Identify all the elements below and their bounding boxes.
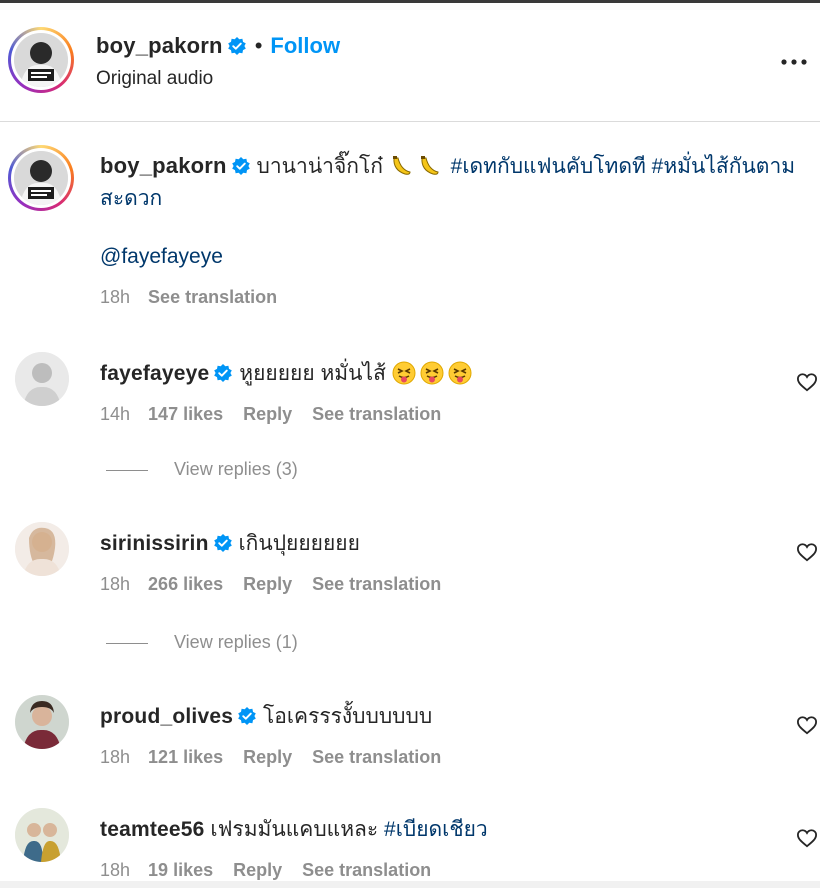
commenter-username[interactable]: sirinissirin — [100, 532, 209, 555]
commenter-avatar[interactable] — [15, 695, 69, 749]
see-translation-link[interactable]: See translation — [312, 404, 441, 424]
verified-badge-icon — [231, 157, 250, 175]
commenter-avatar[interactable] — [15, 808, 69, 862]
banana-emoji — [420, 156, 439, 175]
mention-line: @fayefayeye — [100, 245, 223, 269]
like-count[interactable]: 121 likes — [148, 747, 223, 767]
commenter-username[interactable]: fayefayeye — [100, 362, 209, 385]
mention-link[interactable]: @fayefayeye — [100, 245, 223, 268]
follow-button[interactable]: Follow — [270, 33, 340, 58]
commenter-username[interactable]: teamtee56 — [100, 818, 205, 841]
like-count[interactable]: 19 likes — [148, 860, 213, 880]
heart-icon[interactable] — [796, 542, 818, 562]
see-translation-link[interactable]: See translation — [312, 574, 441, 594]
like-count[interactable]: 266 likes — [148, 574, 223, 594]
commenter-username[interactable]: proud_olives — [100, 705, 233, 728]
verified-badge-icon — [238, 707, 256, 725]
header-divider — [0, 121, 820, 122]
reply-button[interactable]: Reply — [243, 747, 292, 767]
instagram-post-panel: boy_pakorn • Follow Original audio boy_pak… — [0, 0, 820, 888]
commenter-avatar[interactable] — [15, 522, 69, 576]
verified-badge-icon — [214, 364, 233, 382]
view-replies-button[interactable]: View replies (1) — [106, 632, 298, 653]
caption-meta: 18h See translation — [100, 287, 277, 308]
author-line: boy_pakorn • Follow — [96, 33, 340, 59]
verified-badge-icon — [213, 534, 232, 552]
like-count[interactable]: 147 likes — [148, 404, 223, 424]
comment-line: fayefayeye หูยยยยย หมั่นไส้ — [100, 357, 476, 390]
heart-icon[interactable] — [796, 372, 818, 392]
reply-button[interactable]: Reply — [243, 404, 292, 424]
banana-emoji — [392, 156, 411, 175]
squinting-tongue-emoji — [448, 361, 472, 385]
comment-time: 18h — [100, 574, 131, 594]
separator-dot: • — [254, 33, 263, 58]
caption-time: 18h — [100, 287, 131, 307]
comment-line: teamtee56 เฟรมมันแคบแหละ #เบียดเชียว — [100, 813, 488, 846]
verified-badge-icon — [227, 37, 246, 55]
author-username[interactable]: boy_pakorn — [96, 33, 223, 58]
author-avatar[interactable] — [8, 27, 74, 93]
squinting-tongue-emoji — [392, 361, 416, 385]
comment-text: เฟรมมันแคบแหละ — [210, 818, 379, 841]
replies-line — [106, 469, 148, 471]
comment-time: 18h — [100, 747, 131, 767]
heart-icon[interactable] — [796, 715, 818, 735]
caption-body: บานาน่าจิ๊กโก๋ — [256, 155, 383, 178]
replies-line — [106, 642, 148, 644]
see-translation-link[interactable]: See translation — [148, 287, 277, 307]
comment-time: 18h — [100, 860, 131, 880]
see-translation-link[interactable]: See translation — [312, 747, 441, 767]
hashtag-link[interactable]: #เดทกับแฟนคับโทดที — [451, 155, 646, 178]
post-caption: boy_pakorn บานาน่าจิ๊กโก๋ #เดทกับแฟนคับโ… — [0, 140, 820, 310]
comment-time: 14h — [100, 404, 131, 424]
reply-button[interactable]: Reply — [233, 860, 282, 880]
commenter-avatar[interactable] — [15, 352, 69, 406]
comment-meta: 18h 121 likes Reply See translation — [100, 747, 441, 768]
see-translation-link[interactable]: See translation — [302, 860, 431, 880]
caption-avatar[interactable] — [8, 145, 74, 211]
comment-text: โอเครรรงั้บบบบบบ — [262, 705, 433, 728]
comment-text: เกินปุยยยยยย — [238, 532, 360, 555]
view-replies-label: View replies (1) — [174, 632, 298, 652]
comment-line: proud_olives โอเครรรงั้บบบบบบ — [100, 700, 432, 733]
post-header: boy_pakorn • Follow Original audio — [0, 3, 820, 121]
caption-text: boy_pakorn บานาน่าจิ๊กโก๋ #เดทกับแฟนคับโ… — [100, 150, 800, 215]
comment-text: หูยยยยย หมั่นไส้ — [239, 362, 386, 385]
caption-username[interactable]: boy_pakorn — [100, 153, 227, 178]
heart-icon[interactable] — [796, 828, 818, 848]
view-replies-button[interactable]: View replies (3) — [106, 459, 298, 480]
comment-meta: 18h 19 likes Reply See translation — [100, 860, 431, 881]
more-options-icon[interactable] — [780, 58, 808, 66]
comment-meta: 18h 266 likes Reply See translation — [100, 574, 441, 595]
view-replies-label: View replies (3) — [174, 459, 298, 479]
squinting-tongue-emoji — [420, 361, 444, 385]
reply-button[interactable]: Reply — [243, 574, 292, 594]
comment-meta: 14h 147 likes Reply See translation — [100, 404, 441, 425]
hashtag-link[interactable]: #เบียดเชียว — [384, 818, 488, 841]
comment-line: sirinissirin เกินปุยยยยยย — [100, 527, 360, 560]
audio-label[interactable]: Original audio — [96, 68, 213, 90]
bottom-edge — [0, 881, 820, 888]
